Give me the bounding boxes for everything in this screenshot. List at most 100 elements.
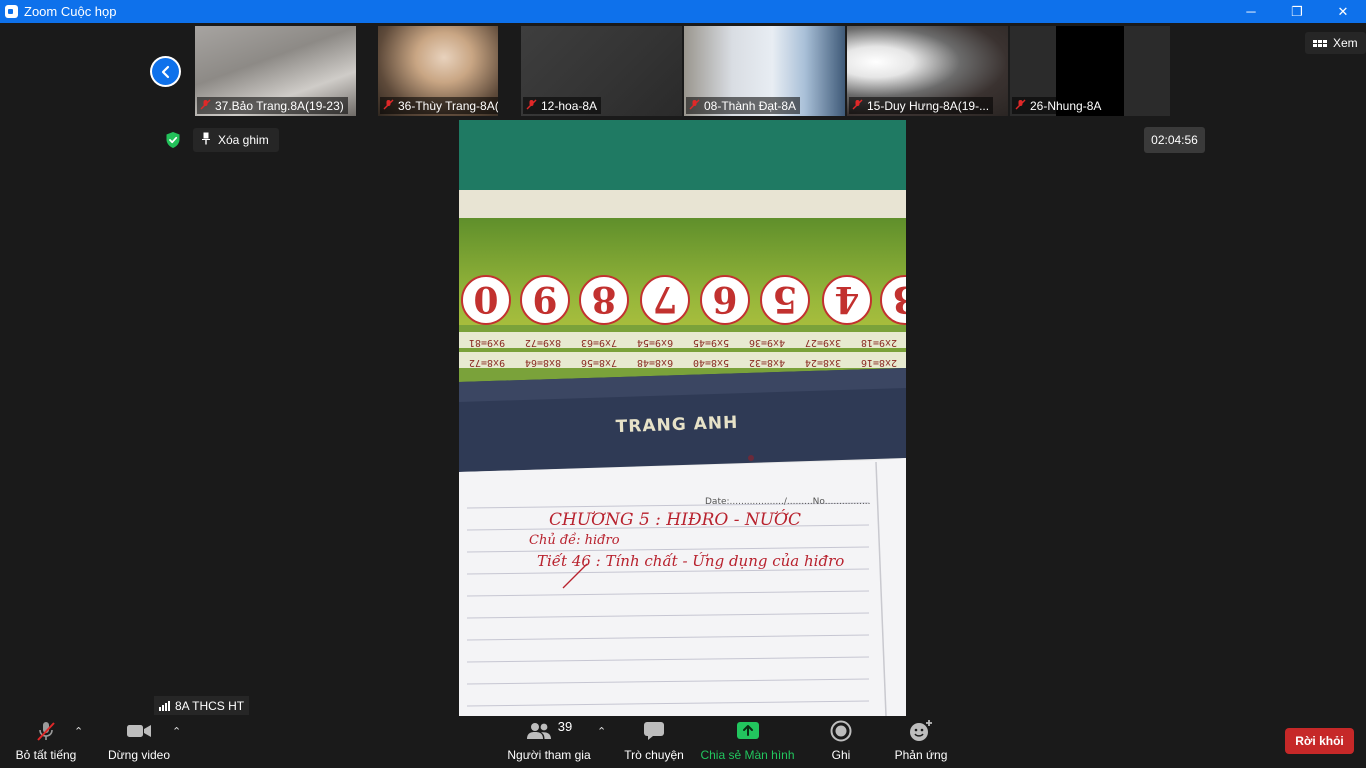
video-options-chevron-icon[interactable]: ⌃ [172, 725, 181, 738]
participant-name: 08-Thành Đạt-8A [704, 98, 797, 113]
title-bar: Zoom Cuộc họp ─ ❐ ✕ [0, 0, 1366, 23]
participant-tile[interactable]: 15-Duy Hưng-8A(19-... [847, 26, 1008, 116]
mult-cell: 9x8=72 [469, 357, 505, 368]
smiley-plus-icon [908, 716, 934, 746]
mult-cell: 5x8=40 [693, 357, 729, 368]
unpin-button[interactable]: Xóa ghim [193, 128, 279, 152]
participants-icon-group: 39 [526, 716, 572, 746]
banner-digit: 3 [892, 278, 906, 320]
mult-cell: 7x9=63 [581, 337, 617, 348]
mute-all-label: Bỏ tất tiếng [15, 748, 77, 762]
participant-tile[interactable]: 37.Bảo Trang.8A(19-23) [195, 26, 356, 116]
chevron-left-icon [152, 58, 179, 85]
participant-name: 15-Duy Hưng-8A(19-... [867, 98, 990, 113]
restore-button[interactable]: ❐ [1274, 0, 1320, 23]
participant-namebar: 08-Thành Đạt-8A [686, 97, 801, 114]
participant-namebar: 15-Duy Hưng-8A(19-... [849, 97, 994, 114]
participant-name: 12-hoa-8A [541, 98, 598, 113]
shared-screen-image: 0 9 8 7 6 5 4 3 9x9=81 8x9=72 7x9=63 6x9… [459, 120, 906, 716]
mult-cell: 2x8=16 [861, 357, 897, 368]
leave-meeting-button[interactable]: Rời khỏi [1285, 728, 1354, 754]
mic-muted-icon [689, 99, 700, 113]
mult-cell: 6x9=54 [637, 337, 673, 348]
banner-digit: 0 [473, 278, 498, 320]
banner-digit: 8 [591, 278, 616, 320]
participant-namebar: 37.Bảo Trang.8A(19-23) [197, 97, 348, 114]
participant-tile[interactable]: 36-Thùy Trang-8A(19-... [378, 26, 498, 116]
grid-icon [1313, 39, 1327, 47]
mic-muted-icon [383, 99, 394, 113]
mult-cell: 5x9=45 [693, 337, 729, 348]
video-camera-icon [126, 716, 152, 746]
mult-cell: 8x8=64 [525, 357, 561, 368]
notebook-date-line: Date:.................../.........No....… [705, 497, 871, 507]
mic-muted-icon [852, 99, 863, 113]
chat-bubble-icon [643, 716, 665, 746]
participant-tile[interactable]: 12-hoa-8A [521, 26, 682, 116]
participant-namebar: 26-Nhung-8A [1012, 97, 1106, 114]
participants-button[interactable]: 39 Người tham gia [504, 716, 594, 768]
reactions-button[interactable]: Phản ứng [890, 716, 952, 768]
mic-muted-icon [1015, 99, 1026, 113]
audio-options-chevron-icon[interactable]: ⌃ [74, 725, 83, 738]
minimize-button[interactable]: ─ [1228, 0, 1274, 23]
stop-video-label: Dừng video [107, 748, 171, 762]
close-button[interactable]: ✕ [1320, 0, 1366, 23]
mult-cell: 4x9=36 [749, 337, 785, 348]
record-label: Ghi [831, 748, 851, 762]
mic-muted-icon [34, 716, 58, 746]
meeting-area: 37.Bảo Trang.8A(19-23) 36-Thùy Trang-8A(… [0, 23, 1366, 716]
participant-name: 36-Thùy Trang-8A(19-... [398, 98, 498, 113]
notes-chapter-title: CHƯƠNG 5 : HIĐRO - NƯỚC [549, 509, 801, 530]
view-mode-label: Xem [1333, 36, 1358, 50]
banner-digit: 7 [652, 278, 677, 320]
mute-all-button[interactable]: Bỏ tất tiếng [13, 716, 79, 768]
participants-count: 39 [557, 718, 573, 734]
view-mode-button[interactable]: Xem [1305, 32, 1366, 54]
mult-cell: 3x8=24 [805, 357, 841, 368]
shared-screen: 0 9 8 7 6 5 4 3 9x9=81 8x9=72 7x9=63 6x9… [459, 120, 906, 716]
banner-digit: 9 [532, 278, 557, 320]
share-screen-icon [736, 716, 760, 746]
chat-button[interactable]: Trò chuyện [620, 716, 688, 768]
pin-icon [201, 132, 211, 148]
mic-muted-icon [526, 99, 537, 113]
meeting-toolbar: Bỏ tất tiếng ⌃ Dừng video ⌃ 39 Người tha… [0, 716, 1366, 768]
participant-namebar: 36-Thùy Trang-8A(19-... [380, 97, 498, 114]
record-icon [830, 716, 852, 746]
participant-namebar: 12-hoa-8A [523, 97, 602, 114]
banner-digit: 4 [834, 278, 859, 320]
participants-options-chevron-icon[interactable]: ⌃ [597, 725, 606, 738]
participants-label: Người tham gia [507, 748, 591, 762]
reactions-label: Phản ứng [894, 748, 948, 762]
participant-tile[interactable]: 26-Nhung-8A [1010, 26, 1170, 116]
security-shield-icon[interactable] [164, 131, 182, 149]
share-screen-button[interactable]: Chia sẻ Màn hình [700, 716, 795, 768]
meeting-timer: 02:04:56 [1144, 127, 1205, 153]
mult-cell: 4x8=32 [749, 357, 785, 368]
participant-tile[interactable]: 08-Thành Đạt-8A [684, 26, 845, 116]
strip-previous-button[interactable] [150, 56, 181, 87]
unpin-label: Xóa ghim [218, 133, 269, 147]
people-icon [526, 723, 551, 739]
book-cover-label: TRANG ANH [615, 413, 738, 437]
mult-cell: 6x8=48 [637, 357, 673, 368]
mult-cell: 8x9=72 [525, 337, 561, 348]
participant-name: 26-Nhung-8A [1030, 98, 1102, 113]
stop-video-button[interactable]: Dừng video [106, 716, 172, 768]
chat-label: Trò chuyện [624, 748, 684, 762]
notes-topic: Chủ đề: hiđro [529, 532, 620, 548]
share-screen-label: Chia sẻ Màn hình [700, 748, 795, 762]
signal-bars-icon [159, 700, 170, 711]
host-name: 8A THCS HT [175, 698, 245, 713]
banner-digit: 6 [712, 278, 737, 320]
mult-cell: 3x9=27 [805, 337, 841, 348]
mult-cell: 2x9=18 [861, 337, 897, 348]
host-network-badge: 8A THCS HT [154, 696, 250, 715]
record-button[interactable]: Ghi [820, 716, 862, 768]
banner-digit: 5 [772, 278, 797, 320]
mic-muted-icon [200, 99, 211, 113]
zoom-logo-icon [5, 5, 18, 18]
window-title: Zoom Cuộc họp [24, 4, 117, 19]
mult-cell: 9x9=81 [469, 337, 505, 348]
